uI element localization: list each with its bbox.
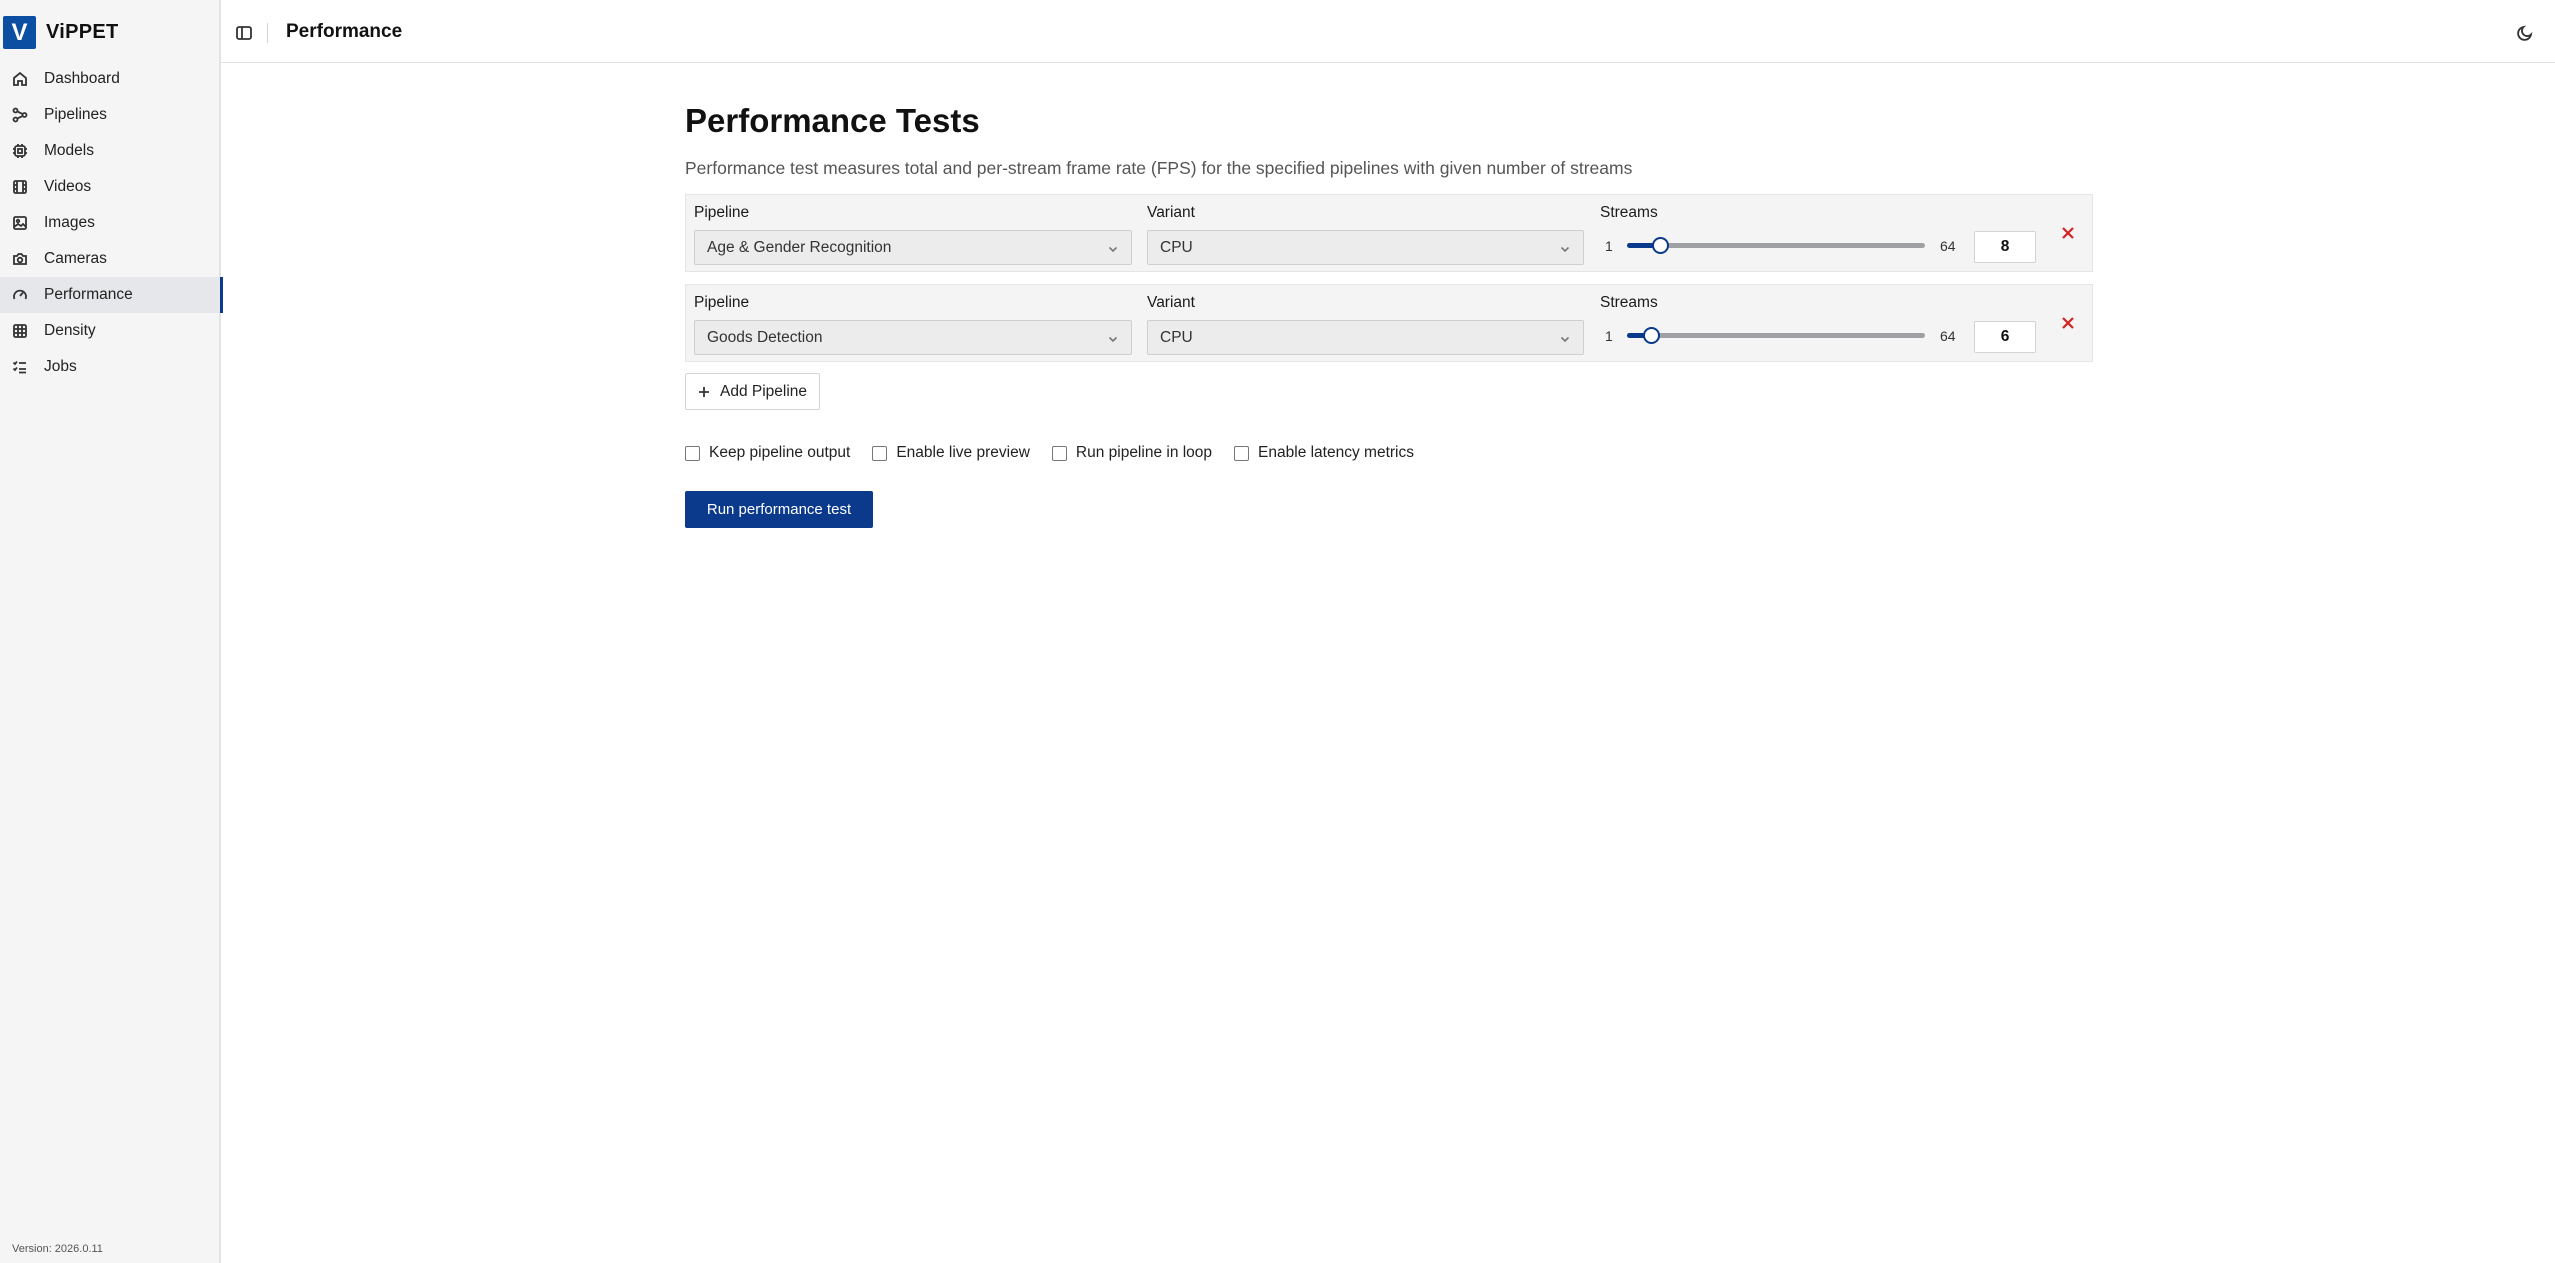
checkbox-box[interactable] <box>872 445 888 461</box>
streams-label: Streams <box>1600 204 1658 221</box>
checkbox-label: Enable latency metrics <box>1258 444 1414 461</box>
live-preview-checkbox[interactable]: Enable live preview <box>872 444 1030 462</box>
add-pipeline-button[interactable]: Add Pipeline <box>685 373 821 410</box>
sidebar-item-label: Cameras <box>44 250 107 267</box>
app-root: V ViPPET Dashboard Pipelines Models Vide… <box>0 0 2555 1263</box>
image-icon <box>12 215 28 231</box>
sidebar: V ViPPET Dashboard Pipelines Models Vide… <box>0 0 223 1263</box>
sidebar-nav: Dashboard Pipelines Models Videos Images… <box>0 61 223 385</box>
remove-pipeline-button[interactable] <box>2060 225 2076 241</box>
slider-track <box>1627 243 1925 248</box>
sidebar-item-label: Videos <box>44 178 92 195</box>
variant-select[interactable]: CPU <box>1147 320 1584 355</box>
pipelines-icon <box>12 107 28 123</box>
panel-left-icon <box>236 26 252 40</box>
slider-thumb[interactable] <box>1642 327 1660 344</box>
sidebar-item-videos[interactable]: Videos <box>0 169 221 205</box>
slider-thumb[interactable] <box>1652 237 1670 254</box>
chevron-down-icon <box>1559 332 1571 344</box>
app-name: ViPPET <box>46 21 119 43</box>
camera-icon <box>12 251 28 267</box>
sidebar-item-label: Models <box>44 142 94 159</box>
pipeline-select-value: Goods Detection <box>707 329 823 346</box>
pipeline-select[interactable]: Goods Detection <box>694 320 1132 355</box>
sidebar-item-label: Performance <box>44 286 133 303</box>
streams-input[interactable]: 8 <box>1974 231 2036 263</box>
streams-slider[interactable] <box>1627 325 1925 345</box>
pipeline-select-value: Age & Gender Recognition <box>707 239 892 256</box>
pipeline-label: Pipeline <box>694 204 750 221</box>
streams-max: 64 <box>1940 238 1956 254</box>
header-divider <box>267 23 268 43</box>
checkbox-label: Keep pipeline output <box>709 444 851 461</box>
streams-min: 1 <box>1605 328 1613 344</box>
gauge-icon <box>12 287 28 303</box>
sidebar-item-cameras[interactable]: Cameras <box>0 241 221 277</box>
variant-select[interactable]: CPU <box>1147 230 1584 265</box>
app-logo: V <box>3 16 36 49</box>
top-header: Performance <box>221 2 2555 63</box>
brand[interactable]: V ViPPET <box>3 16 119 49</box>
streams-label: Streams <box>1600 294 1658 311</box>
header-title: Performance <box>286 21 403 42</box>
sidebar-item-performance[interactable]: Performance <box>0 277 223 313</box>
checkbox-label: Enable live preview <box>896 444 1030 461</box>
models-icon <box>12 143 28 159</box>
chevron-down-icon <box>1107 332 1119 344</box>
checkbox-box[interactable] <box>1051 445 1067 461</box>
sidebar-item-dashboard[interactable]: Dashboard <box>0 61 221 97</box>
sidebar-item-images[interactable]: Images <box>0 205 221 241</box>
sidebar-item-label: Density <box>44 322 96 339</box>
latency-metrics-checkbox[interactable]: Enable latency metrics <box>1234 444 1414 462</box>
pipeline-row: Pipeline Goods Detection Variant CPU Str… <box>685 284 2093 362</box>
page-title: Performance Tests <box>685 102 980 139</box>
home-icon <box>12 71 28 87</box>
sidebar-toggle-button[interactable] <box>235 24 253 42</box>
variant-label: Variant <box>1147 204 1195 221</box>
checkbox-box[interactable] <box>685 445 700 461</box>
slider-track <box>1627 333 1925 338</box>
remove-pipeline-button[interactable] <box>2060 315 2076 331</box>
grid-icon <box>12 323 28 339</box>
sidebar-item-label: Jobs <box>44 358 77 375</box>
streams-input[interactable]: 6 <box>1974 321 2036 353</box>
sidebar-item-density[interactable]: Density <box>0 313 221 349</box>
sidebar-item-jobs[interactable]: Jobs <box>0 349 221 385</box>
list-checks-icon <box>12 359 28 375</box>
main-content: Performance Tests Performance test measu… <box>685 100 2093 528</box>
run-in-loop-checkbox[interactable]: Run pipeline in loop <box>1051 444 1213 462</box>
sidebar-item-label: Images <box>44 214 95 231</box>
streams-min: 1 <box>1605 238 1613 254</box>
sidebar-item-pipelines[interactable]: Pipelines <box>0 97 221 133</box>
keep-output-checkbox[interactable]: Keep pipeline output <box>685 444 850 462</box>
options-group: Keep pipeline output Enable live preview… <box>685 444 1436 462</box>
variant-select-value: CPU <box>1160 329 1193 346</box>
page-description: Performance test measures total and per-… <box>685 158 1633 178</box>
pipeline-label: Pipeline <box>694 294 750 311</box>
theme-toggle-button[interactable] <box>2516 24 2534 42</box>
pipeline-row: Pipeline Age & Gender Recognition Varian… <box>685 194 2093 272</box>
streams-max: 64 <box>1940 328 1956 344</box>
film-icon <box>12 179 28 195</box>
streams-slider[interactable] <box>1627 235 1925 255</box>
sidebar-item-label: Dashboard <box>44 70 120 87</box>
close-icon <box>2062 317 2074 329</box>
sidebar-item-label: Pipelines <box>44 106 107 123</box>
pipeline-select[interactable]: Age & Gender Recognition <box>694 230 1132 265</box>
variant-label: Variant <box>1147 294 1195 311</box>
chevron-down-icon <box>1107 242 1119 254</box>
variant-select-value: CPU <box>1160 239 1193 256</box>
chevron-down-icon <box>1559 242 1571 254</box>
add-pipeline-label: Add Pipeline <box>720 382 808 400</box>
plus-icon <box>699 386 709 397</box>
checkbox-label: Run pipeline in loop <box>1075 444 1213 461</box>
sidebar-item-models[interactable]: Models <box>0 133 221 169</box>
checkbox-box[interactable] <box>1234 445 1250 461</box>
run-performance-test-button[interactable]: Run performance test <box>685 491 873 528</box>
close-icon <box>2062 227 2074 239</box>
version-text: Version: 2026.0.11 <box>12 1243 103 1255</box>
moon-icon <box>2517 25 2533 41</box>
